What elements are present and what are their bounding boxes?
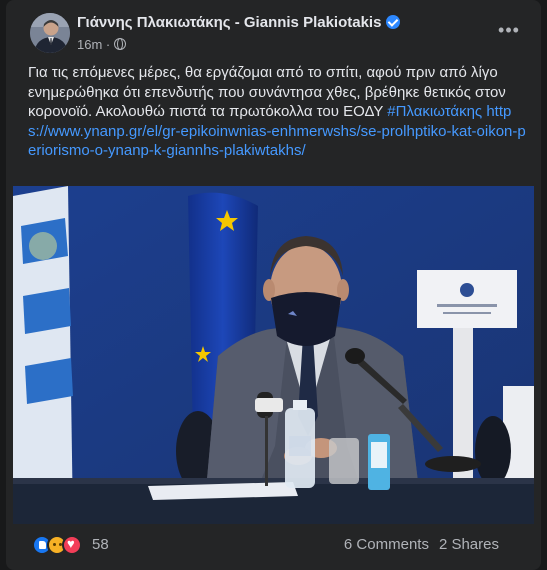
- facebook-post: Γιάννης Πλακιωτάκης - Giannis Plakiotaki…: [6, 0, 541, 570]
- post-text: Για τις επόμενες μέρες, θα εργάζομαι από…: [28, 63, 528, 161]
- post-meta: 16m ·: [77, 37, 126, 52]
- meta-separator: ·: [105, 37, 111, 52]
- author-name-text[interactable]: Γιάννης Πλακιωτάκης - Giannis Plakiotaki…: [77, 14, 381, 31]
- post-footer: 58 6 Comments 2 Shares: [6, 524, 541, 570]
- hashtag-link[interactable]: #Πλακιωτάκης: [387, 103, 482, 120]
- verified-badge-icon: [386, 15, 401, 29]
- post-time[interactable]: 16m: [77, 37, 102, 52]
- author-avatar[interactable]: [30, 13, 70, 53]
- shares-count[interactable]: 2 Shares: [439, 536, 499, 553]
- comments-count[interactable]: 6 Comments: [344, 536, 429, 553]
- author-name[interactable]: Γιάννης Πλακιωτάκης - Giannis Plakiotaki…: [77, 14, 401, 31]
- reaction-count[interactable]: 58: [92, 536, 109, 553]
- more-options-icon[interactable]: •••: [497, 21, 521, 39]
- post-stats: 6 Comments 2 Shares: [344, 536, 499, 553]
- press-conference-photo: [13, 186, 534, 524]
- globe-icon: [113, 38, 126, 50]
- love-icon: [62, 535, 82, 555]
- post-header: Γιάννης Πλακιωτάκης - Giannis Plakiotaki…: [6, 0, 541, 62]
- post-photo[interactable]: [13, 186, 534, 524]
